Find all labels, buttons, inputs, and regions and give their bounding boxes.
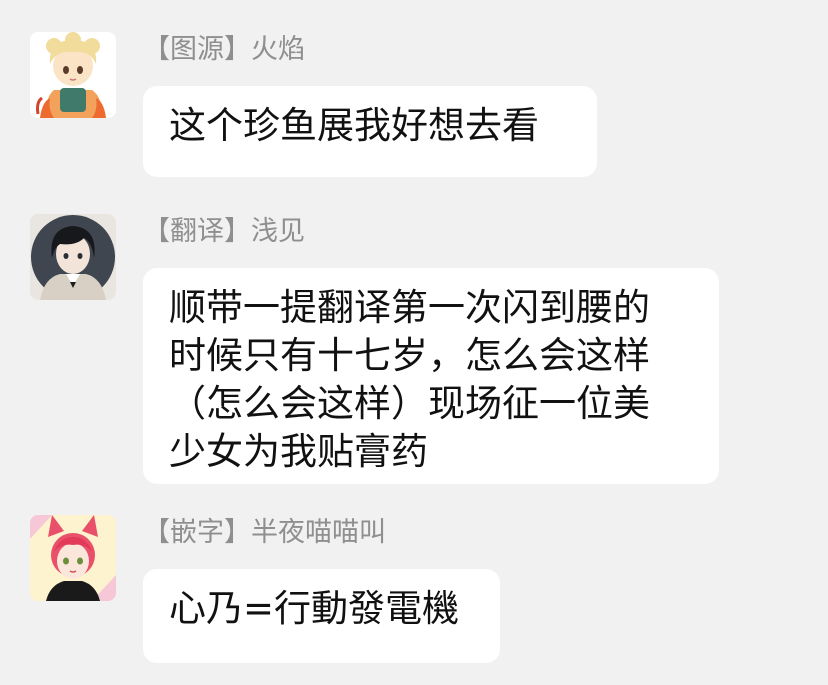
message-bubble[interactable]: 心乃=行動發電機 bbox=[143, 569, 500, 663]
message-text-line: 少女为我贴膏药 bbox=[169, 430, 428, 473]
message-bubble[interactable]: 顺带一提翻译第一次闪到腰的 时候只有十七岁，怎么会这样 （怎么会这样）现场征一位… bbox=[143, 268, 719, 484]
dark-hair-boy-avatar[interactable] bbox=[30, 214, 116, 300]
cat-ear-girl-avatar[interactable] bbox=[30, 515, 116, 601]
chibi-boy-avatar-image bbox=[30, 32, 116, 118]
chibi-boy-avatar[interactable] bbox=[30, 32, 116, 118]
sender-name: 【嵌字】半夜喵喵叫 bbox=[143, 517, 386, 548]
message-bubble[interactable]: 这个珍鱼展我好想去看 bbox=[143, 86, 597, 177]
message-text-line: 这个珍鱼展我好想去看 bbox=[169, 104, 539, 147]
dark-hair-boy-avatar-image bbox=[30, 214, 116, 300]
sender-name: 【图源】火焰 bbox=[143, 34, 305, 65]
message-text-line: 心乃=行動發電機 bbox=[169, 587, 460, 630]
cat-ear-girl-avatar-image bbox=[30, 515, 116, 601]
message-text-line: （怎么会这样）现场征一位美 bbox=[169, 382, 650, 425]
sender-name: 【翻译】浅见 bbox=[143, 216, 305, 247]
message-text-line: 时候只有十七岁，怎么会这样 bbox=[169, 334, 650, 377]
message-text-line: 顺带一提翻译第一次闪到腰的 bbox=[169, 286, 650, 329]
